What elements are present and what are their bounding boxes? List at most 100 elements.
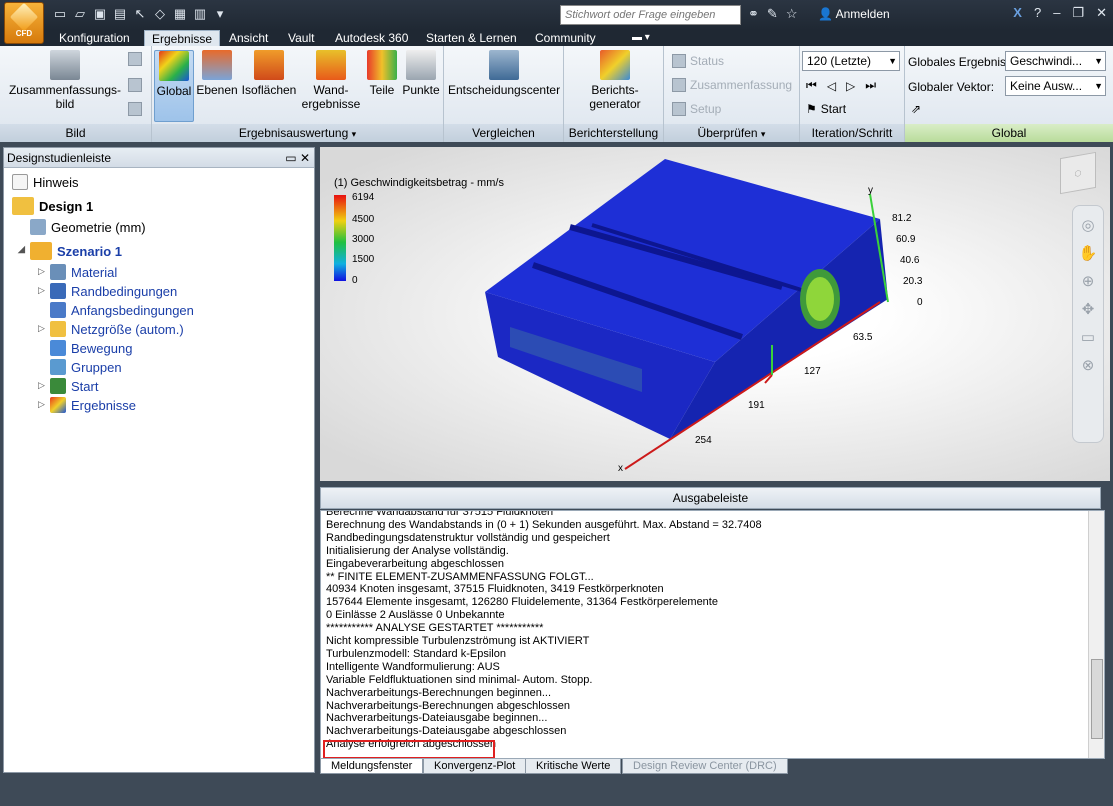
open-icon[interactable]: ▱ bbox=[72, 6, 88, 22]
view-cube[interactable]: ⬡ bbox=[1060, 151, 1096, 195]
panel-ueberpruefen-label[interactable]: Überprüfen ▾ bbox=[664, 124, 799, 142]
qat-dropdown-icon[interactable]: ▾ bbox=[212, 6, 228, 22]
image-settings-icon[interactable] bbox=[128, 52, 142, 66]
setup-icon bbox=[672, 102, 686, 116]
tab-konvergenz-plot[interactable]: Konvergenz-Plot bbox=[423, 759, 527, 774]
collapsed-icon[interactable]: ▷ bbox=[38, 399, 45, 410]
global-button[interactable]: Global bbox=[154, 50, 194, 122]
planes-button[interactable]: Ebenen bbox=[196, 50, 238, 97]
next-step-icon[interactable]: ▷ bbox=[846, 79, 855, 93]
graphics-viewport[interactable]: (1) Geschwindigkeitsbetrag - mm/s 6194 4… bbox=[320, 147, 1110, 481]
x-tick: 191 bbox=[748, 400, 765, 411]
design-study-bar: Designstudienleiste ▭ ✕ Hinweis Design 1 … bbox=[3, 147, 315, 773]
restore-icon[interactable]: ❐ bbox=[1072, 5, 1084, 21]
tab-community[interactable]: Community bbox=[528, 30, 603, 46]
expanded-icon[interactable]: ◢ bbox=[18, 244, 25, 255]
window-icon[interactable]: ▦ bbox=[172, 6, 188, 22]
decision-center-button[interactable]: Entscheidungscenter bbox=[448, 50, 560, 97]
binoculars-icon[interactable]: ⚭ bbox=[748, 6, 759, 22]
save-all-icon[interactable]: ▤ bbox=[112, 6, 128, 22]
look-icon[interactable]: ▭ bbox=[1073, 328, 1103, 346]
initial-condition-icon bbox=[50, 302, 66, 318]
zoom-icon[interactable]: ⊕ bbox=[1073, 272, 1103, 290]
setup-button[interactable]: Setup bbox=[672, 102, 721, 116]
groups-icon bbox=[50, 359, 66, 375]
tree-item-hinweis[interactable]: Hinweis bbox=[12, 174, 79, 190]
tree-item-gruppen[interactable]: Gruppen bbox=[50, 359, 122, 375]
log-scrollbar[interactable] bbox=[1088, 511, 1104, 758]
last-step-icon[interactable]: ⏭ bbox=[865, 78, 876, 93]
tab-starten-lernen[interactable]: Starten & Lernen bbox=[419, 30, 524, 46]
tree-label: Start bbox=[71, 378, 99, 394]
image-view-icon[interactable] bbox=[128, 102, 142, 116]
parts-button[interactable]: Teile bbox=[364, 50, 400, 97]
tab-ansicht[interactable]: Ansicht bbox=[222, 30, 275, 46]
scroll-thumb[interactable] bbox=[1091, 659, 1103, 739]
save-icon[interactable]: ▣ bbox=[92, 6, 108, 22]
tab-design-review-center[interactable]: Design Review Center (DRC) bbox=[622, 759, 788, 774]
design-study-bar-title: Designstudienleiste bbox=[7, 151, 112, 165]
legend-tick: 4500 bbox=[352, 214, 375, 225]
grid-icon[interactable]: ▥ bbox=[192, 6, 208, 22]
steering-wheel-icon[interactable]: ◎ bbox=[1073, 216, 1103, 234]
search-input[interactable] bbox=[560, 5, 741, 25]
points-button[interactable]: Punkte bbox=[400, 50, 442, 97]
help-icon[interactable]: ? bbox=[1034, 5, 1041, 21]
tree-item-netzgroesse[interactable]: ▷ Netzgröße (autom.) bbox=[38, 321, 184, 337]
ribbon-options-icon[interactable]: ▬ ▾ bbox=[625, 30, 657, 46]
wall-results-button[interactable]: Wand- ergebnisse bbox=[300, 50, 362, 111]
application-menu-button[interactable]: CFD bbox=[4, 2, 44, 44]
tree-item-ergebnisse[interactable]: ▷ Ergebnisse bbox=[38, 397, 136, 413]
iteration-select[interactable]: 120 (Letzte) ▼ bbox=[802, 51, 900, 71]
tree-item-material[interactable]: ▷ Material bbox=[38, 264, 117, 280]
window-controls: X ? – ❐ ✕ bbox=[1013, 5, 1107, 21]
status-button[interactable]: Status bbox=[672, 54, 724, 68]
tree-item-bewegung[interactable]: Bewegung bbox=[50, 340, 132, 356]
collapsed-icon[interactable]: ▷ bbox=[38, 266, 45, 277]
collapsed-icon[interactable]: ▷ bbox=[38, 285, 45, 296]
arrow-tool-icon[interactable]: ⇗ bbox=[911, 102, 921, 116]
image-export-icon[interactable] bbox=[128, 78, 142, 92]
close-icon[interactable]: ✕ bbox=[300, 151, 310, 165]
summary-button[interactable]: Zusammenfassung bbox=[672, 78, 792, 92]
setup-label: Setup bbox=[690, 102, 722, 116]
y-tick: 40.6 bbox=[900, 255, 920, 266]
collapsed-icon[interactable]: ▷ bbox=[38, 323, 45, 334]
pan-icon[interactable]: ✋ bbox=[1073, 244, 1103, 262]
sign-in-button[interactable]: 👤 Anmelden bbox=[818, 7, 890, 21]
isosurfaces-button[interactable]: Isoflächen bbox=[240, 50, 298, 97]
orbit-icon[interactable]: ✥ bbox=[1073, 300, 1103, 318]
summary-image-button[interactable]: Zusammenfassungs- bild bbox=[6, 50, 124, 111]
tab-meldungsfenster[interactable]: Meldungsfenster bbox=[320, 759, 424, 774]
tree-item-szenario[interactable]: ◢ Szenario 1 bbox=[18, 242, 122, 260]
exchange-icon[interactable]: X bbox=[1013, 5, 1022, 21]
start-button[interactable]: ⚑ Start bbox=[806, 102, 846, 116]
view-icon[interactable]: ◇ bbox=[152, 6, 168, 22]
report-generator-button[interactable]: Berichts- generator bbox=[584, 50, 646, 111]
tab-vault[interactable]: Vault bbox=[281, 30, 321, 46]
wrench-icon[interactable]: ✎ bbox=[767, 6, 778, 22]
tree-item-randbedingungen[interactable]: ▷ Randbedingungen bbox=[38, 283, 177, 299]
panel-ergebnisauswertung-label[interactable]: Ergebnisauswertung ▾ bbox=[152, 124, 443, 142]
global-vector-select[interactable]: Keine Ausw... ▼ bbox=[1005, 76, 1106, 96]
float-icon[interactable]: ▭ bbox=[285, 151, 296, 165]
tab-konfiguration[interactable]: Konfiguration bbox=[52, 30, 137, 46]
navbar-close-icon[interactable]: ⊗ bbox=[1073, 356, 1103, 374]
star-icon[interactable]: ☆ bbox=[786, 6, 798, 22]
first-step-icon[interactable]: ⏮ bbox=[806, 78, 817, 93]
select-icon[interactable]: ↖ bbox=[132, 6, 148, 22]
new-icon[interactable]: ▭ bbox=[52, 6, 68, 22]
tree-item-geometrie[interactable]: Geometrie (mm) bbox=[30, 219, 146, 235]
output-bar-header[interactable]: Ausgabeleiste bbox=[320, 487, 1101, 509]
close-icon[interactable]: ✕ bbox=[1096, 5, 1107, 21]
collapsed-icon[interactable]: ▷ bbox=[38, 380, 45, 391]
tree-item-start[interactable]: ▷ Start bbox=[38, 378, 99, 394]
tree-item-design[interactable]: Design 1 bbox=[12, 197, 93, 215]
tab-kritische-werte[interactable]: Kritische Werte bbox=[525, 759, 622, 774]
tree-item-anfangsbedingungen[interactable]: Anfangsbedingungen bbox=[50, 302, 194, 318]
tab-autodesk-360[interactable]: Autodesk 360 bbox=[328, 30, 415, 46]
tab-ergebnisse[interactable]: Ergebnisse bbox=[144, 30, 221, 46]
previous-step-icon[interactable]: ◁ bbox=[827, 79, 836, 93]
minimize-icon[interactable]: – bbox=[1053, 5, 1060, 21]
global-result-select[interactable]: Geschwindi... ▼ bbox=[1005, 51, 1106, 71]
